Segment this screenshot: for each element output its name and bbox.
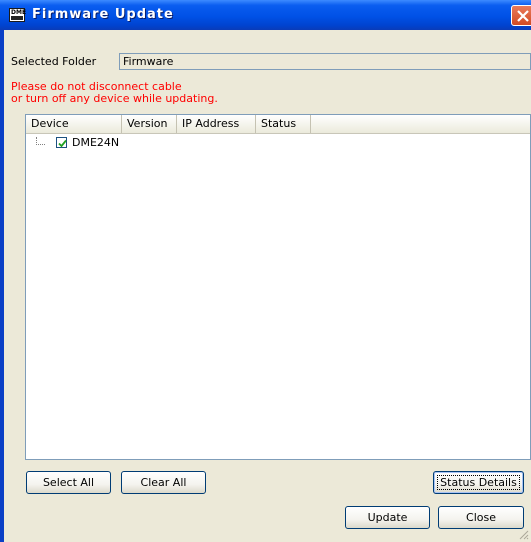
dme-app-icon: DME xyxy=(9,8,26,22)
select-all-label: Select All xyxy=(42,476,95,489)
close-label: Close xyxy=(466,511,496,524)
title-bar[interactable]: DME Firmware Update xyxy=(0,0,531,30)
selected-folder-field: Firmware xyxy=(119,53,531,70)
device-list[interactable]: Device Version IP Address Status DME24N xyxy=(25,114,531,460)
warning-line-2: or turn off any device while updating. xyxy=(11,92,218,105)
status-details-button[interactable]: Status Details xyxy=(433,471,524,494)
device-name: DME24N xyxy=(72,136,120,149)
column-header-device[interactable]: Device xyxy=(26,115,122,133)
list-header: Device Version IP Address Status xyxy=(26,115,530,134)
update-label: Update xyxy=(367,511,408,524)
close-window-button[interactable] xyxy=(511,5,531,26)
resize-grip-icon[interactable] xyxy=(517,528,529,540)
select-all-button[interactable]: Select All xyxy=(26,471,111,494)
firmware-update-window: DME Firmware Update Selected Folder Firm… xyxy=(0,0,531,542)
column-header-version[interactable]: Version xyxy=(122,115,177,133)
clear-all-button[interactable]: Clear All xyxy=(121,471,206,494)
dialog-body: Selected Folder Firmware Please do not d… xyxy=(4,30,531,542)
close-button[interactable]: Close xyxy=(438,506,524,529)
selected-folder-label: Selected Folder xyxy=(11,55,97,68)
column-header-ip-address[interactable]: IP Address xyxy=(177,115,256,133)
column-header-spacer xyxy=(311,115,530,133)
update-button[interactable]: Update xyxy=(345,506,430,529)
column-header-status[interactable]: Status xyxy=(256,115,311,133)
check-icon xyxy=(58,139,67,148)
close-x-icon xyxy=(517,10,529,22)
clear-all-label: Clear All xyxy=(140,476,187,489)
window-title: Firmware Update xyxy=(32,7,174,22)
tree-connector xyxy=(36,137,45,145)
device-checkbox[interactable] xyxy=(56,137,67,148)
